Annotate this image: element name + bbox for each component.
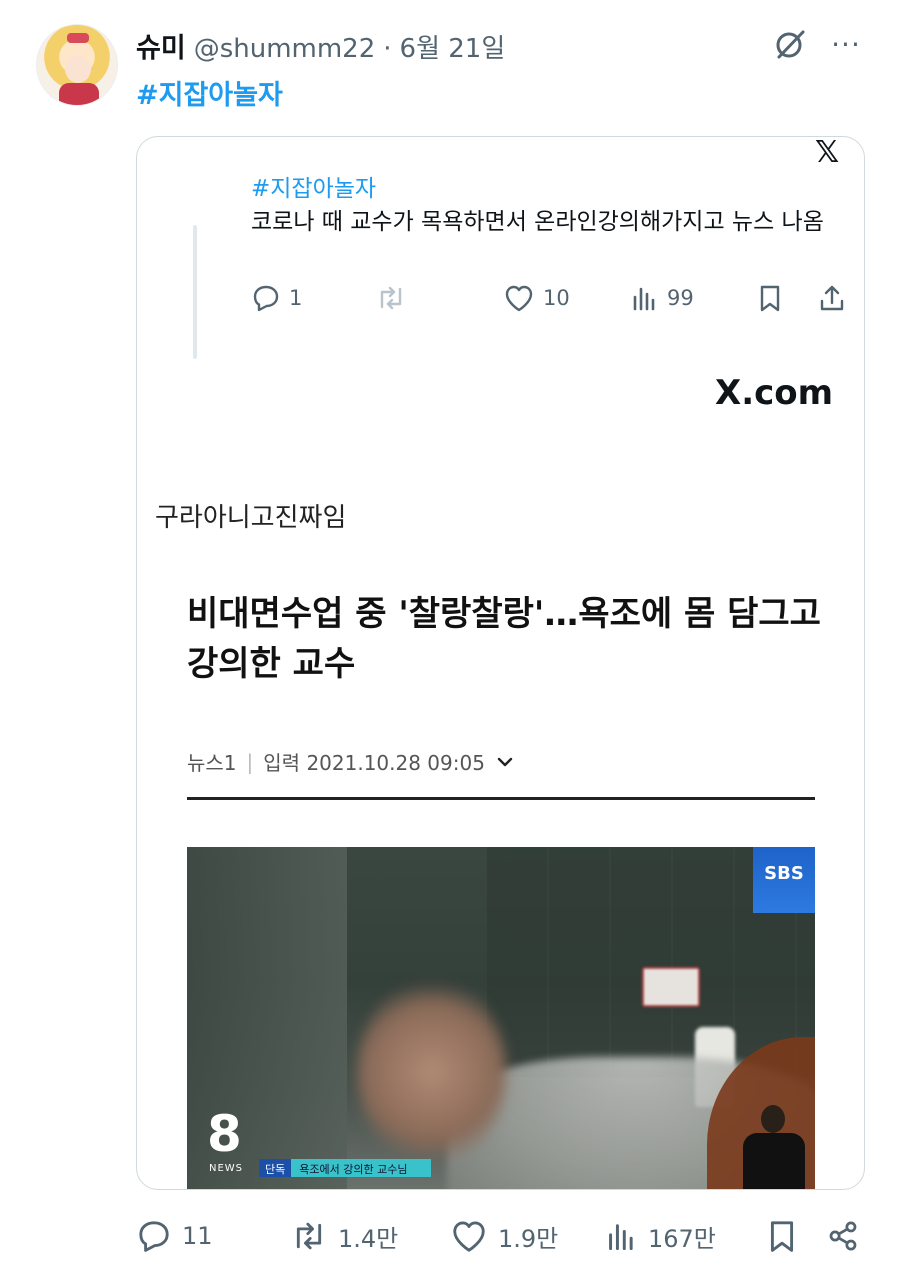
article-outlet: 뉴스1 <box>187 751 237 775</box>
exclusive-tag: 단독 <box>259 1159 292 1177</box>
views-icon <box>609 1224 633 1251</box>
article-divider <box>187 797 815 800</box>
heart-icon <box>505 285 533 312</box>
quote-like[interactable]: 10 <box>503 283 570 313</box>
chevron-down-icon[interactable] <box>495 752 515 772</box>
channel-number: 8 <box>207 1105 242 1163</box>
media-card[interactable]: 𝕏 #지잡아놀자 코로나 때 교수가 목욕하면서 온라인강의해가지고 뉴스 나옴… <box>136 136 865 1190</box>
quote-views-count: 99 <box>667 286 694 310</box>
bookmark-button[interactable] <box>766 1212 798 1260</box>
bookmark-icon <box>760 285 780 312</box>
sign-language-interpreter <box>739 1105 809 1189</box>
retweet-count: 1.4만 <box>338 1224 399 1253</box>
more-icon[interactable]: ··· <box>826 24 866 64</box>
article-meta: 뉴스1 | 입력 2021.10.28 09:05 <box>187 747 515 776</box>
quote-bookmark[interactable] <box>757 283 783 313</box>
quote-thread-line <box>193 225 197 359</box>
avatar-body <box>59 83 99 105</box>
share-icon <box>829 1221 857 1251</box>
views-button[interactable]: 167만 <box>606 1212 716 1260</box>
source-label: X.com <box>715 373 834 413</box>
article-date: 입력 2021.10.28 09:05 <box>263 751 485 775</box>
meta-divider: | <box>246 749 254 774</box>
channel-label: NEWS <box>209 1163 244 1174</box>
reply-button[interactable]: 11 <box>136 1212 213 1260</box>
reply-count: 11 <box>182 1222 213 1250</box>
separator-dot: · <box>383 34 392 64</box>
views-count: 167만 <box>648 1224 716 1253</box>
quote-reply-count: 1 <box>289 286 303 310</box>
like-button[interactable]: 1.9만 <box>450 1212 558 1260</box>
x-logo-icon: 𝕏 <box>815 136 840 170</box>
reply-icon <box>139 1221 169 1252</box>
views-icon <box>633 287 655 311</box>
quote-reply[interactable]: 1 <box>251 283 302 313</box>
lower-third: 단독 욕조에서 강의한 교수님 <box>259 1159 432 1177</box>
quote-like-count: 10 <box>543 286 570 310</box>
news-image[interactable]: SBS 8 NEWS 단독 욕조에서 강의한 교수님 <box>187 847 815 1189</box>
share-button[interactable] <box>826 1212 860 1260</box>
reply-icon <box>253 285 279 312</box>
quote-retweet[interactable] <box>375 283 415 313</box>
image-sign <box>642 967 700 1007</box>
tweet-actions: 11 1.4만 1.9만 167만 <box>136 1212 866 1262</box>
quote-hashtag[interactable]: #지잡아놀자 <box>251 169 376 203</box>
author-handle[interactable]: @shummm22 <box>194 34 376 64</box>
heart-icon <box>453 1221 485 1252</box>
retweet-icon <box>296 1222 322 1250</box>
bookmark-icon <box>770 1221 794 1252</box>
tweet-date[interactable]: 6월 21일 <box>400 28 506 65</box>
tweet-header: 슈미 @shummm22 · 6월 21일 <box>136 26 506 65</box>
avatar[interactable] <box>36 24 118 106</box>
grok-icon[interactable] <box>770 24 810 64</box>
quote-actions: 1 10 99 <box>251 283 851 319</box>
share-icon <box>820 285 844 311</box>
avatar-bow <box>67 33 89 43</box>
news-subtitle: 욕조에서 강의한 교수님 <box>291 1159 432 1177</box>
retweet-button[interactable]: 1.4만 <box>290 1212 398 1260</box>
broadcaster-logo: SBS <box>753 847 815 913</box>
like-count: 1.9만 <box>498 1224 559 1253</box>
author-name[interactable]: 슈미 <box>136 26 186 65</box>
article-headline: 비대면수업 중 '찰랑찰랑'…욕조에 몸 담그고 강의한 교수 <box>187 594 821 684</box>
quote-text: 코로나 때 교수가 목욕하면서 온라인강의해가지고 뉴스 나옴 <box>251 209 824 235</box>
retweet-icon <box>380 286 402 310</box>
avatar-face <box>65 55 91 83</box>
caption-text: 구라아니고진짜임 <box>155 503 347 533</box>
quote-views[interactable]: 99 <box>631 283 694 313</box>
blurred-face <box>357 977 507 1167</box>
quote-share[interactable] <box>817 283 847 313</box>
tweet-hashtag[interactable]: #지잡아놀자 <box>136 73 283 112</box>
